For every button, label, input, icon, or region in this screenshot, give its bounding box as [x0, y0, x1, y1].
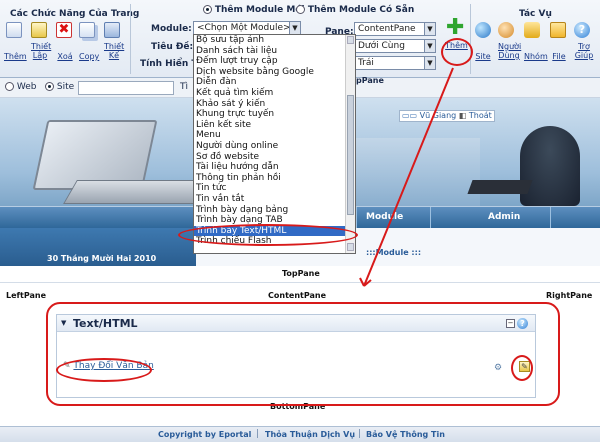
annotation-arrow: [359, 67, 454, 287]
